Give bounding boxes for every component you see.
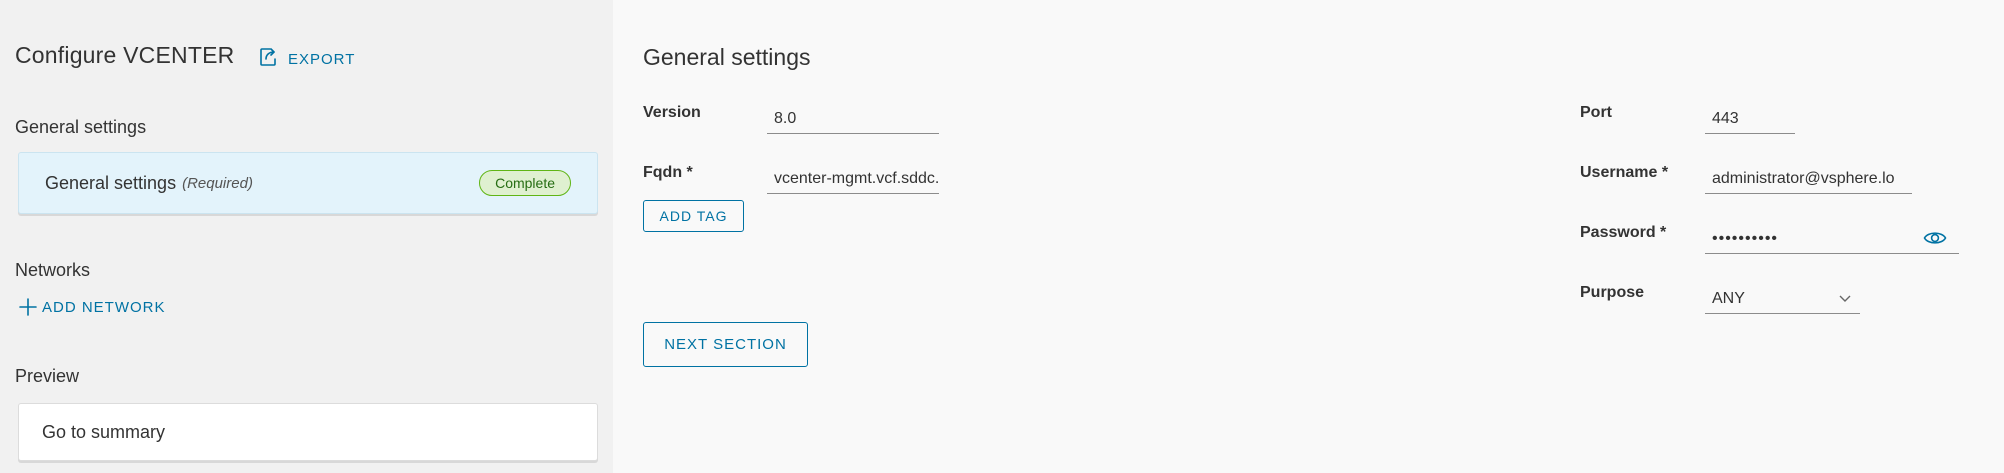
fqdn-label: Fqdn * [643, 164, 693, 181]
sidebar: Configure VCENTER EXPORT General setting… [0, 0, 613, 473]
section-title: General settings [643, 44, 811, 70]
next-section-button[interactable]: NEXT SECTION [643, 322, 808, 367]
purpose-label: Purpose [1580, 284, 1645, 301]
plus-icon [19, 298, 37, 316]
add-network-label: ADD NETWORK [42, 298, 166, 316]
eye-icon[interactable] [1923, 229, 1947, 247]
add-network-button[interactable]: ADD NETWORK [18, 297, 166, 317]
port-input[interactable]: 443 [1705, 104, 1795, 134]
status-badge: Complete [479, 170, 571, 196]
general-settings-nav-label: General settings [45, 172, 177, 193]
username-label: Username * [1580, 164, 1669, 181]
go-to-summary-button[interactable]: Go to summary [18, 403, 598, 461]
port-label: Port [1580, 104, 1612, 121]
version-input[interactable]: 8.0 [767, 104, 939, 134]
preview-heading: Preview [15, 366, 80, 386]
password-input[interactable]: •••••••••• [1705, 224, 1959, 254]
export-button[interactable]: EXPORT [256, 45, 355, 74]
password-label: Password * [1580, 224, 1667, 241]
export-icon [256, 45, 280, 74]
main-panel: General settings Version 8.0 Fqdn * vcen… [613, 0, 2004, 473]
version-label: Version [643, 104, 701, 121]
networks-heading: Networks [15, 260, 91, 280]
go-to-summary-label: Go to summary [42, 421, 166, 442]
username-input[interactable]: administrator@vsphere.lo [1705, 164, 1912, 194]
export-label: EXPORT [288, 51, 356, 68]
add-tag-button[interactable]: ADD TAG [643, 200, 744, 232]
page-title: Configure VCENTER [15, 42, 235, 68]
general-settings-heading: General settings [15, 117, 147, 137]
required-marker: (Required) [182, 174, 253, 192]
general-settings-nav-item[interactable]: General settings (Required) Complete [18, 152, 598, 214]
fqdn-input[interactable]: vcenter-mgmt.vcf.sddc.la [767, 164, 939, 194]
chevron-down-icon[interactable] [1838, 294, 1852, 304]
purpose-select[interactable]: ANY [1705, 284, 1860, 314]
